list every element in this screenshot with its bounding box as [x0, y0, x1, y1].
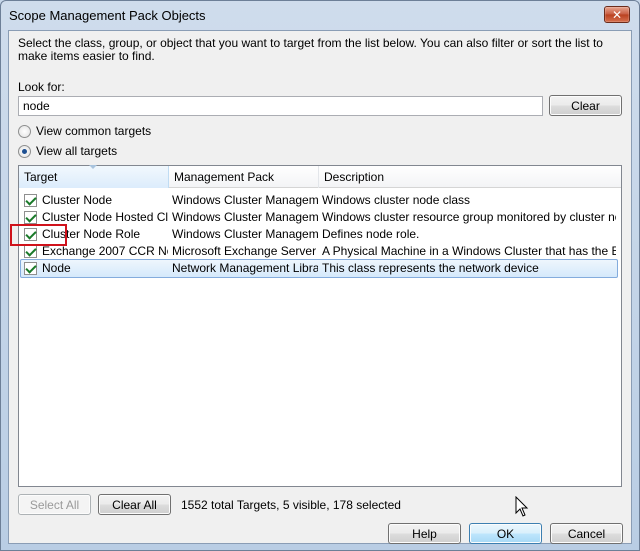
clear-all-button[interactable]: Clear All — [98, 494, 171, 515]
cell-target: Cluster Node Role — [42, 227, 141, 241]
radio-label: View all targets — [36, 144, 118, 158]
table-row[interactable]: Cluster Node Role Windows Cluster Manage… — [20, 226, 618, 243]
dialog-body: Select the class, group, or object that … — [8, 30, 632, 544]
table-row[interactable]: Cluster Node Windows Cluster Manageme Wi… — [20, 192, 618, 209]
cell-description: This class represents the network device — [322, 261, 539, 275]
target-checkbox[interactable] — [24, 262, 37, 275]
cell-management-pack: Windows Cluster Manageme — [172, 193, 318, 207]
help-button[interactable]: Help — [388, 523, 461, 544]
table-row[interactable]: Cluster Node Hosted Clu Windows Cluster … — [20, 209, 618, 226]
cell-description: A Physical Machine in a Windows Cluster … — [322, 244, 616, 258]
cell-target: Cluster Node — [42, 193, 113, 207]
radio-view-common-targets[interactable]: View common targets — [18, 124, 151, 138]
cell-description: Windows cluster resource group monitored… — [322, 210, 616, 224]
column-header-description[interactable]: Description — [319, 166, 621, 188]
look-for-label: Look for: — [18, 80, 65, 94]
instructions-text: Select the class, group, or object that … — [18, 36, 603, 63]
cell-target: Node — [42, 261, 71, 275]
ok-button[interactable]: OK — [469, 523, 542, 544]
search-input[interactable] — [18, 96, 543, 116]
radio-circle[interactable] — [18, 144, 31, 158]
dialog-window: Scope Management Pack Objects ✕ Select t… — [0, 0, 640, 551]
radio-view-all-targets[interactable]: View all targets — [18, 144, 117, 158]
radio-circle[interactable] — [18, 124, 31, 138]
cell-management-pack: Microsoft Exchange Server 2 — [172, 244, 318, 258]
cell-target: Exchange 2007 CCR Nod — [42, 244, 168, 258]
title-bar[interactable]: Scope Management Pack Objects ✕ — [1, 1, 639, 31]
cell-management-pack: Windows Cluster Manageme — [172, 227, 318, 241]
selection-status: 1552 total Targets, 5 visible, 178 selec… — [181, 498, 401, 512]
targets-grid[interactable]: Target Management Pack Description Clust… — [18, 165, 622, 487]
sort-arrow-icon — [89, 165, 97, 169]
cell-management-pack: Network Management Librar — [172, 261, 318, 275]
table-row[interactable]: Exchange 2007 CCR Nod Microsoft Exchange… — [20, 243, 618, 260]
dialog-title: Scope Management Pack Objects — [9, 8, 206, 23]
cell-description: Windows cluster node class — [322, 193, 471, 207]
cancel-button[interactable]: Cancel — [550, 523, 623, 544]
target-checkbox[interactable] — [24, 211, 37, 224]
target-checkbox[interactable] — [24, 245, 37, 258]
select-all-button[interactable]: Select All — [18, 494, 91, 515]
target-checkbox[interactable] — [24, 194, 37, 207]
table-row-selected[interactable]: Node Network Management Librar This clas… — [20, 259, 618, 278]
mouse-cursor-icon — [515, 496, 529, 517]
cell-target: Cluster Node Hosted Clu — [42, 210, 168, 224]
grid-header: Target Management Pack Description — [19, 165, 621, 188]
column-header-target[interactable]: Target — [19, 165, 169, 188]
radio-label: View common targets — [36, 124, 152, 138]
cell-management-pack: Windows Cluster Manageme — [172, 210, 318, 224]
clear-button[interactable]: Clear — [549, 95, 622, 116]
cell-description: Defines node role. — [322, 227, 420, 241]
close-button[interactable]: ✕ — [604, 6, 630, 23]
column-header-management-pack[interactable]: Management Pack — [169, 166, 319, 188]
close-icon: ✕ — [611, 7, 623, 22]
target-checkbox[interactable] — [24, 228, 37, 241]
